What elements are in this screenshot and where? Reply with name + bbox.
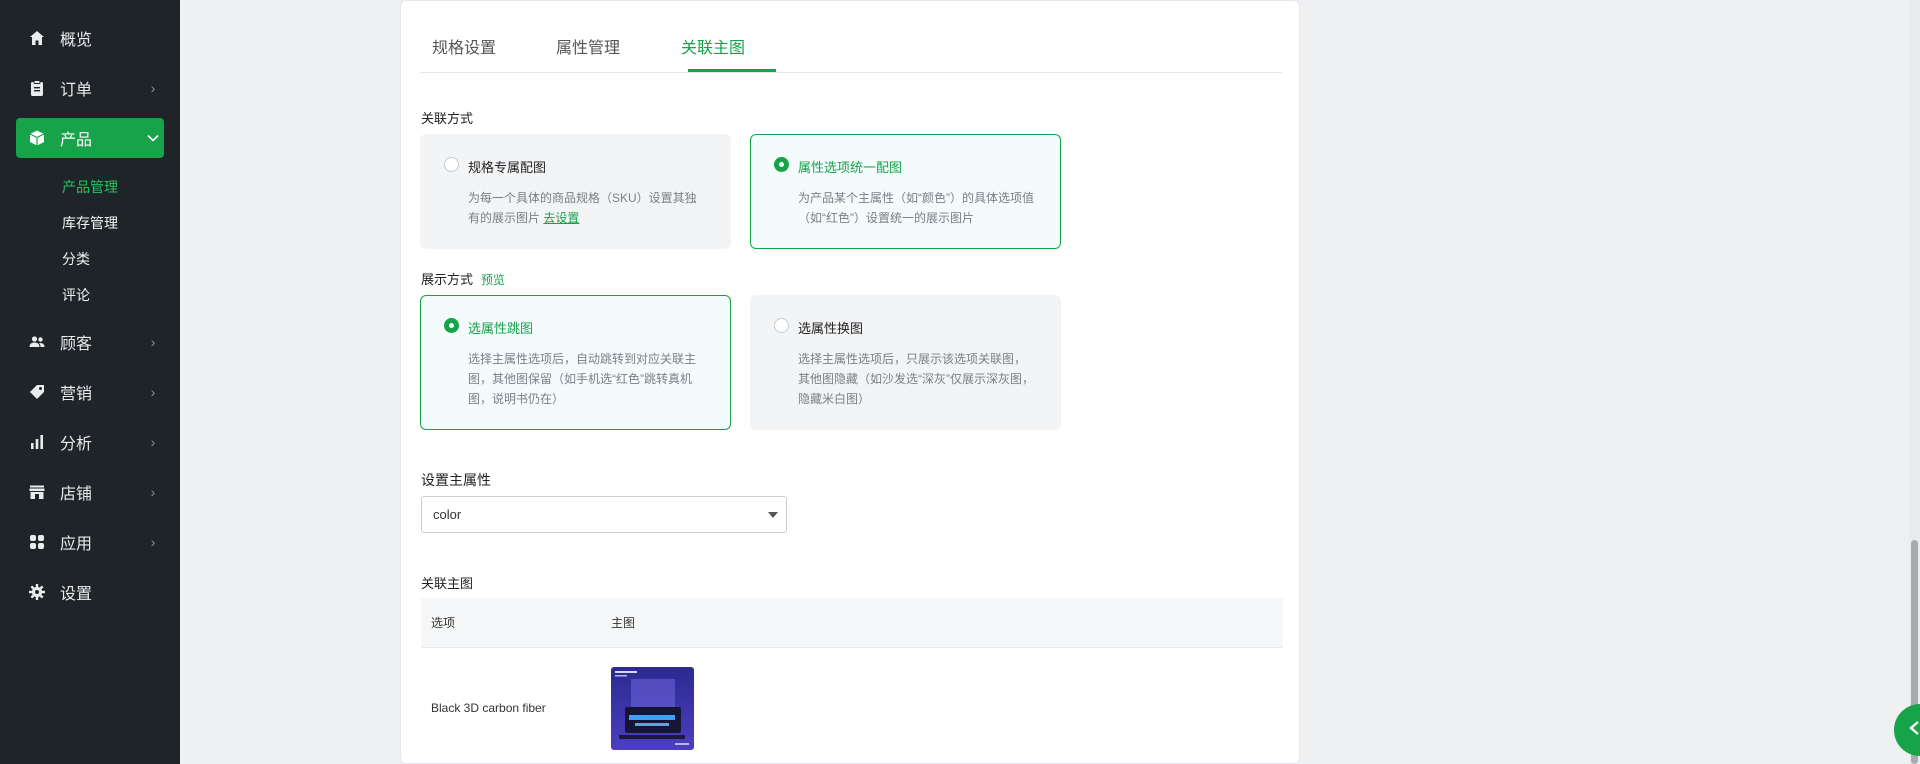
option-title: 规格专属配图 — [468, 160, 547, 175]
nav-item-products[interactable]: 产品 — [16, 118, 164, 158]
bar-chart-icon — [16, 433, 54, 451]
clipboard-icon — [16, 79, 54, 97]
users-icon — [16, 333, 54, 351]
radio-attribute-images[interactable] — [774, 157, 789, 172]
radio-jump-to-image[interactable] — [444, 318, 459, 333]
tab-bar: 规格设置 属性管理 关联主图 — [420, 1, 1282, 73]
option-description: 为每一个具体的商品规格（SKU）设置其独有的展示图片 去设置 — [468, 188, 704, 228]
nav-item-overview[interactable]: 概览 — [16, 18, 164, 58]
caret-down-icon — [768, 512, 778, 518]
option-description-text: 为每一个具体的商品规格（SKU）设置其独有的展示图片 — [468, 191, 697, 225]
option-description: 为产品某个主属性（如“颜色”）的具体选项值（如“红色”）设置统一的展示图片 — [798, 191, 1034, 225]
apps-icon — [16, 533, 54, 551]
nav-label: 设置 — [60, 586, 93, 603]
linked-images-table: 选项 主图 Black 3D carbon fiber — [421, 598, 1283, 764]
chevron-right-icon: › — [150, 434, 156, 450]
tab-attribute-management[interactable]: 属性管理 — [556, 34, 620, 58]
option-jump-to-image[interactable]: 选属性跳图 选择主属性选项后，自动跳转到对应关联主图，其他图保留（如手机选“红色… — [420, 295, 731, 430]
chevron-right-icon: › — [150, 80, 156, 96]
sidebar-subitem-categories[interactable]: 分类 — [62, 249, 90, 269]
linked-images-title: 关联主图 — [421, 576, 474, 591]
sidebar-subitem-inventory[interactable]: 库存管理 — [62, 213, 118, 233]
column-header-image: 主图 — [611, 616, 636, 630]
link-mode-title: 关联方式 — [421, 111, 474, 126]
option-title: 属性选项统一配图 — [798, 160, 903, 175]
box-icon — [16, 129, 54, 147]
radio-sku-images[interactable] — [444, 157, 459, 172]
main-attribute-title: 设置主属性 — [421, 472, 491, 488]
nav-item-analytics[interactable]: 分析 › — [16, 422, 164, 462]
option-value: Black 3D carbon fiber — [431, 701, 546, 715]
nav-label: 概览 — [60, 32, 93, 49]
table-header: 选项 主图 — [421, 598, 1283, 648]
nav-item-orders[interactable]: 订单 › — [16, 68, 164, 108]
column-header-option: 选项 — [431, 616, 456, 630]
preview-link[interactable]: 预览 — [481, 273, 505, 287]
sidebar-subitem-product-management[interactable]: 产品管理 — [62, 177, 118, 197]
main-card: 规格设置 属性管理 关联主图 关联方式 规格专属配图 为每一个具体的商品规格（S… — [400, 0, 1300, 764]
nav-item-settings[interactable]: 设置 — [16, 572, 164, 612]
radio-swap-image[interactable] — [774, 318, 789, 333]
option-sku-images[interactable]: 规格专属配图 为每一个具体的商品规格（SKU）设置其独有的展示图片 去设置 — [420, 134, 731, 249]
home-icon — [16, 29, 54, 47]
collapse-panel-button[interactable] — [1894, 704, 1920, 756]
nav-item-store[interactable]: 店铺 › — [16, 472, 164, 512]
main-attribute-select[interactable]: color — [421, 496, 787, 533]
chevron-left-icon — [1908, 720, 1920, 741]
chevron-right-icon: › — [150, 384, 156, 400]
tag-icon — [16, 383, 54, 401]
chevron-right-icon: › — [150, 334, 156, 350]
nav-label: 店铺 — [60, 486, 93, 503]
option-description: 选择主属性选项后，只展示该选项关联图，其他图隐藏（如沙发选“深灰”仅展示深灰图，… — [798, 352, 1034, 406]
display-mode-title: 展示方式 预览 — [421, 269, 505, 288]
chevron-down-icon — [142, 134, 164, 142]
tab-linked-images[interactable]: 关联主图 — [681, 34, 745, 58]
active-tab-indicator — [688, 69, 776, 72]
nav-label: 顾客 — [60, 336, 93, 353]
nav-label: 分析 — [60, 436, 93, 453]
nav-label: 订单 — [60, 82, 93, 99]
nav-label: 应用 — [60, 536, 93, 553]
table-row: Black 3D carbon fiber — [421, 648, 1283, 764]
display-mode-label: 展示方式 — [421, 272, 474, 287]
tab-spec-settings[interactable]: 规格设置 — [432, 34, 496, 58]
option-title: 选属性跳图 — [468, 321, 534, 336]
select-value: color — [433, 507, 462, 522]
option-swap-image[interactable]: 选属性换图 选择主属性选项后，只展示该选项关联图，其他图隐藏（如沙发选“深灰”仅… — [750, 295, 1061, 430]
nav-item-marketing[interactable]: 营销 › — [16, 372, 164, 412]
option-description: 选择主属性选项后，自动跳转到对应关联主图，其他图保留（如手机选“红色”跳转真机图… — [468, 352, 697, 406]
option-attribute-images[interactable]: 属性选项统一配图 为产品某个主属性（如“颜色”）的具体选项值（如“红色”）设置统… — [750, 134, 1061, 249]
option-title: 选属性换图 — [798, 321, 864, 336]
sidebar: 概览 订单 › 产品 产品管理 库存管理 分类 评论 顾客 › 营销 › 分析 … — [0, 0, 180, 764]
chevron-right-icon: › — [150, 534, 156, 550]
product-thumbnail[interactable] — [611, 666, 694, 750]
nav-label: 产品 — [60, 132, 93, 149]
nav-item-customers[interactable]: 顾客 › — [16, 322, 164, 362]
sidebar-subitem-reviews[interactable]: 评论 — [62, 285, 90, 305]
store-icon — [16, 483, 54, 501]
chevron-right-icon: › — [150, 484, 156, 500]
nav-item-apps[interactable]: 应用 › — [16, 522, 164, 562]
go-settings-link[interactable]: 去设置 — [543, 211, 579, 225]
nav-label: 营销 — [60, 386, 93, 403]
gear-icon — [16, 583, 54, 601]
